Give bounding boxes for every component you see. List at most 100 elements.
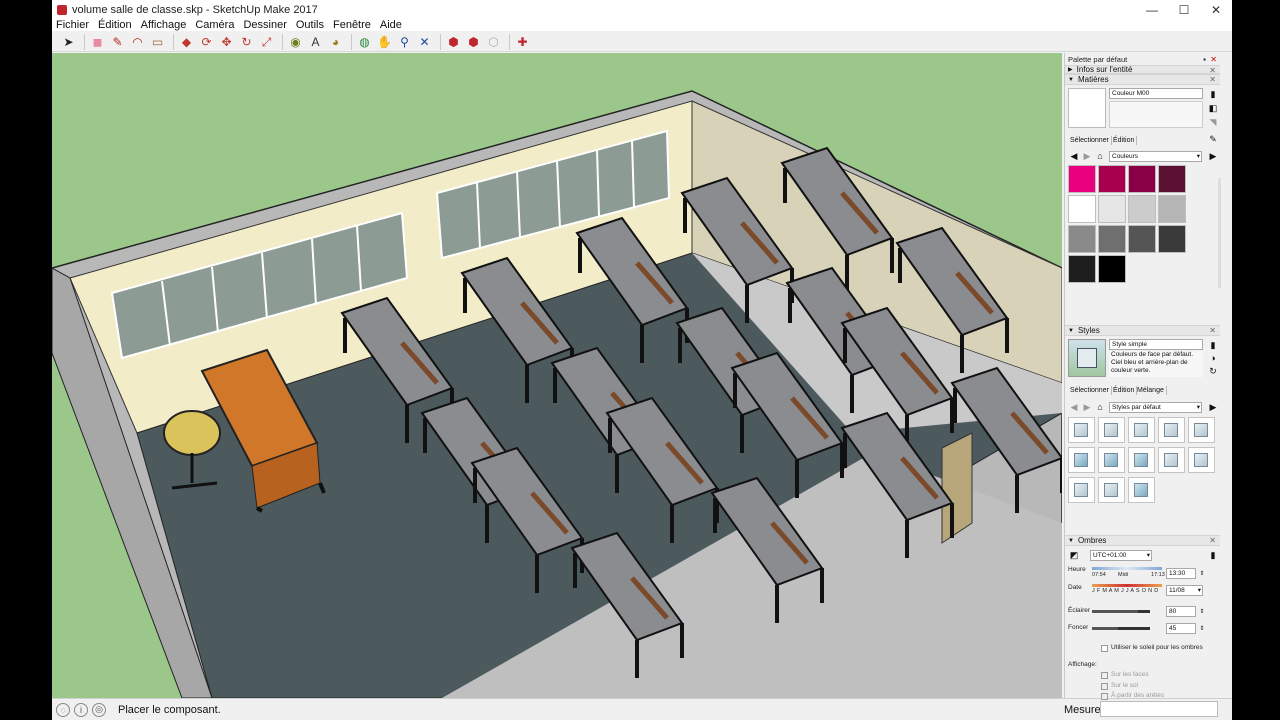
back-arrow-icon[interactable]: ◀ xyxy=(1068,401,1080,413)
maximize-button[interactable]: ☐ xyxy=(1168,0,1200,20)
pan-tool-icon[interactable]: ✋ xyxy=(376,34,393,50)
menu-fenetre[interactable]: Fenêtre xyxy=(329,20,376,31)
timezone-select[interactable]: UTC+01:00 ▾ xyxy=(1090,550,1152,561)
shadow-toggle-icon[interactable]: ◩ xyxy=(1068,549,1080,561)
warehouse-icon[interactable]: ⬢ xyxy=(445,34,462,50)
home-icon[interactable]: ⌂ xyxy=(1094,150,1106,162)
style-name-field[interactable]: Style simple xyxy=(1109,339,1203,350)
material-name-field[interactable]: Couleur M00 xyxy=(1109,88,1203,99)
eraser-tool-icon[interactable]: ◼ xyxy=(89,34,106,50)
text-tool-icon[interactable]: A xyxy=(307,34,324,50)
style-thumbnail[interactable] xyxy=(1128,447,1155,473)
swatch-scrollbar[interactable] xyxy=(1218,178,1221,288)
style-thumbnail[interactable] xyxy=(1158,447,1185,473)
close-icon[interactable]: ✕ xyxy=(1209,326,1216,335)
style-thumbnail[interactable] xyxy=(1068,477,1095,503)
scale-tool-icon[interactable]: ⤢ xyxy=(258,34,275,50)
material-library-select[interactable]: Couleurs ▾ xyxy=(1109,151,1202,162)
on-faces-checkbox[interactable] xyxy=(1101,672,1108,679)
rotate-tool-icon[interactable]: ↻ xyxy=(238,34,255,50)
extension-icon[interactable]: ⬡ xyxy=(485,34,502,50)
entity-info-section[interactable]: ▶ Infos sur l'entité ✕ xyxy=(1065,65,1220,75)
style-thumbnail[interactable] xyxy=(1128,417,1155,443)
material-swatch[interactable] xyxy=(1128,195,1156,223)
user-icon[interactable]: ◎ xyxy=(92,702,106,717)
push-pull-tool-icon[interactable]: ◆ xyxy=(178,34,195,50)
menu-fichier[interactable]: Fichier xyxy=(52,20,94,31)
style-thumbnail[interactable] xyxy=(1098,417,1125,443)
light-spinner-icon[interactable]: ⇕ xyxy=(1196,605,1208,617)
close-icon[interactable]: ✕ xyxy=(1209,536,1216,545)
sample-paint-icon[interactable]: ✎ xyxy=(1207,133,1219,145)
tab-select-materials[interactable]: Sélectionner xyxy=(1068,136,1112,145)
date-slider-track[interactable] xyxy=(1092,584,1162,587)
use-sun-checkbox[interactable] xyxy=(1101,645,1108,652)
style-thumbnail[interactable] xyxy=(1128,477,1155,503)
update-style-icon[interactable]: ◑ xyxy=(1207,352,1219,364)
date-select[interactable]: 11/08 ▾ xyxy=(1166,585,1203,596)
light-input[interactable]: 80 xyxy=(1166,606,1196,617)
tray-close-icon[interactable]: ✕ xyxy=(1210,55,1217,64)
menu-camera[interactable]: Caméra xyxy=(191,20,239,31)
menu-edition[interactable]: Édition xyxy=(94,20,137,31)
paint-material-icon[interactable]: ◧ xyxy=(1207,102,1219,114)
create-style-icon[interactable]: ▮ xyxy=(1207,339,1219,351)
material-swatch[interactable] xyxy=(1098,165,1126,193)
pin-icon[interactable]: ▪ xyxy=(1203,55,1206,64)
create-material-icon[interactable]: ▮ xyxy=(1207,88,1219,100)
close-icon[interactable]: ✕ xyxy=(1209,75,1216,84)
tab-edit-styles[interactable]: Édition xyxy=(1111,386,1138,395)
shadows-section[interactable]: ▼ Ombres ✕ xyxy=(1065,535,1220,546)
material-swatch[interactable] xyxy=(1068,255,1096,283)
time-slider-track[interactable] xyxy=(1092,567,1162,570)
geolocation-icon[interactable]: ◌ xyxy=(56,702,70,717)
pencil-tool-icon[interactable]: ✎ xyxy=(109,34,126,50)
menu-affichage[interactable]: Affichage xyxy=(137,20,192,31)
refresh-style-icon[interactable]: ↻ xyxy=(1207,365,1219,377)
style-thumbnail[interactable] xyxy=(1098,447,1125,473)
forward-arrow-icon[interactable]: ▶ xyxy=(1081,401,1093,413)
material-swatch[interactable] xyxy=(1098,225,1126,253)
credits-icon[interactable]: i xyxy=(74,702,88,717)
time-spinner-icon[interactable]: ⇕ xyxy=(1196,567,1208,579)
details-arrow-icon[interactable]: ▶ xyxy=(1207,150,1219,162)
style-thumbnail[interactable] xyxy=(1158,417,1185,443)
material-swatch[interactable] xyxy=(1158,225,1186,253)
3d-viewport[interactable] xyxy=(52,53,1062,698)
follow-me-tool-icon[interactable]: ⟳ xyxy=(198,34,215,50)
material-swatch[interactable] xyxy=(1098,255,1126,283)
zoom-tool-icon[interactable]: ⚲ xyxy=(396,34,413,50)
material-swatch[interactable] xyxy=(1098,195,1126,223)
style-thumbnail[interactable] xyxy=(1188,447,1215,473)
time-input[interactable]: 13:30 xyxy=(1166,568,1196,579)
tab-select-styles[interactable]: Sélectionner xyxy=(1068,386,1112,395)
orbit-tool-icon[interactable]: ◍ xyxy=(356,34,373,50)
style-thumbnail[interactable] xyxy=(1068,417,1095,443)
from-edges-checkbox[interactable] xyxy=(1101,693,1108,700)
dark-input[interactable]: 45 xyxy=(1166,623,1196,634)
back-arrow-icon[interactable]: ◀ xyxy=(1068,150,1080,162)
move-tool-icon[interactable]: ✥ xyxy=(218,34,235,50)
styles-section[interactable]: ▼ Styles ✕ xyxy=(1065,325,1220,336)
light-slider[interactable] xyxy=(1092,610,1150,613)
material-swatch[interactable] xyxy=(1158,195,1186,223)
share-model-icon[interactable]: ⬢ xyxy=(465,34,482,50)
home-icon[interactable]: ⌂ xyxy=(1094,401,1106,413)
menu-dessiner[interactable]: Dessiner xyxy=(239,20,291,31)
style-library-select[interactable]: Styles par défaut ▾ xyxy=(1109,402,1202,413)
expand-details-icon[interactable]: ▮ xyxy=(1207,549,1219,561)
dark-slider[interactable] xyxy=(1092,627,1150,630)
forward-arrow-icon[interactable]: ▶ xyxy=(1081,150,1093,162)
close-button[interactable]: ✕ xyxy=(1200,0,1232,20)
style-thumbnail[interactable] xyxy=(1188,417,1215,443)
menu-aide[interactable]: Aide xyxy=(376,20,407,31)
material-swatch[interactable] xyxy=(1128,225,1156,253)
arc-tool-icon[interactable]: ◠ xyxy=(129,34,146,50)
style-thumbnail[interactable] xyxy=(1068,447,1095,473)
details-arrow-icon[interactable]: ▶ xyxy=(1207,401,1219,413)
material-swatch[interactable] xyxy=(1068,225,1096,253)
menu-outils[interactable]: Outils xyxy=(292,20,329,31)
dark-spinner-icon[interactable]: ⇕ xyxy=(1196,622,1208,634)
tape-measure-icon[interactable]: ◉ xyxy=(287,34,304,50)
measurements-input[interactable] xyxy=(1100,701,1218,717)
